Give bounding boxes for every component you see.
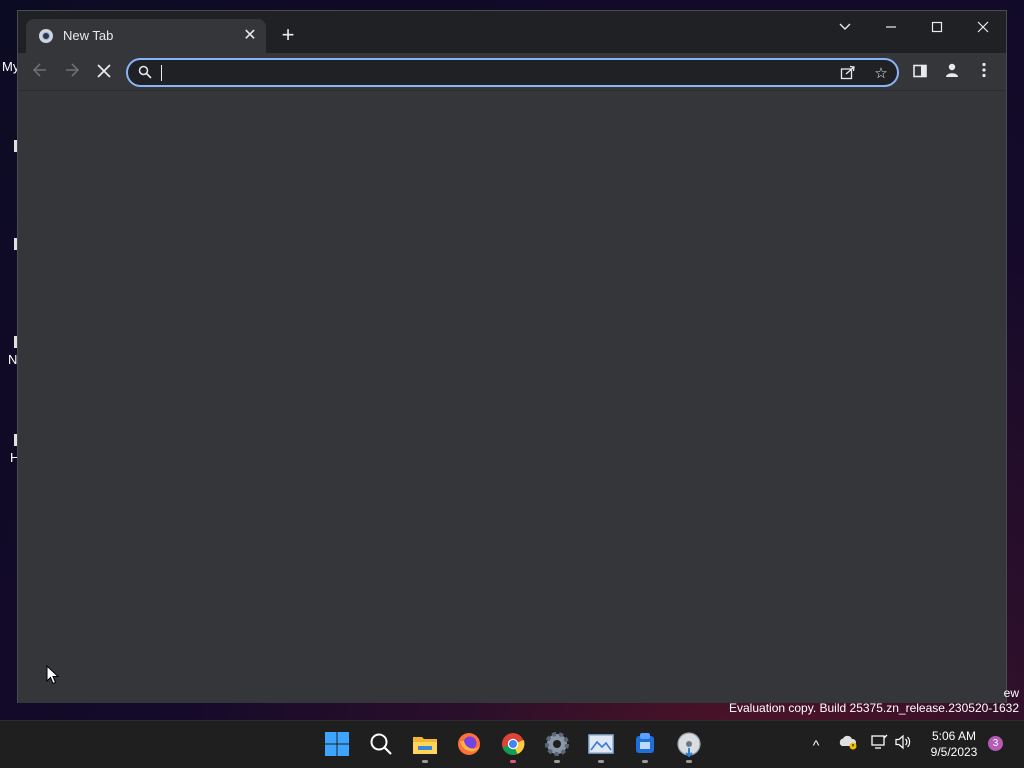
kebab-menu-icon[interactable] (970, 58, 998, 86)
chevron-down-icon[interactable] (823, 15, 867, 43)
taskbar: ^ (0, 720, 1024, 768)
title-bar[interactable]: New Tab ✕ + (18, 11, 1006, 53)
settings-gear-icon[interactable] (542, 729, 572, 763)
forward-arrow-icon[interactable] (58, 58, 86, 86)
search-icon (138, 65, 152, 79)
search-icon[interactable] (366, 729, 396, 759)
desktop-icon-label[interactable]: N (8, 352, 17, 367)
page-content[interactable] (18, 92, 1006, 703)
clock-time: 5:06 AM (931, 729, 977, 743)
file-explorer-icon[interactable] (410, 729, 440, 763)
share-icon[interactable] (838, 64, 858, 84)
star-icon[interactable]: ☆ (871, 64, 891, 84)
evaluation-watermark: Evaluation copy. Build 25375.zn_release.… (729, 701, 1019, 715)
running-indicator (598, 760, 604, 763)
running-indicator (554, 760, 560, 763)
photos-icon[interactable] (586, 729, 616, 763)
browser-toolbar: ☆ (18, 53, 1006, 91)
maximize-icon[interactable] (915, 15, 959, 43)
running-indicator (686, 760, 692, 763)
installer-disc-icon[interactable] (674, 729, 704, 763)
running-indicator (510, 760, 516, 763)
system-clock[interactable]: 5:06 AM 9/5/2023 (922, 728, 986, 760)
address-input[interactable] (164, 62, 804, 84)
tab-new-tab[interactable]: New Tab ✕ (26, 19, 266, 53)
tab-title: New Tab (63, 28, 114, 43)
blue-app-icon[interactable] (630, 729, 660, 763)
running-indicator (642, 760, 648, 763)
network-icon[interactable] (867, 733, 891, 757)
profile-icon[interactable] (938, 58, 966, 86)
mouse-cursor-icon (46, 665, 59, 685)
back-arrow-icon[interactable] (26, 58, 54, 86)
onedrive-warning-icon[interactable] (836, 733, 860, 757)
chrome-icon[interactable] (498, 729, 528, 763)
watermark-fragment: ew (1003, 686, 1019, 700)
clock-date: 9/5/2023 (930, 745, 978, 759)
start-windows-icon[interactable] (322, 729, 352, 759)
volume-icon[interactable] (891, 733, 915, 757)
browser-window: New Tab ✕ + ☆ (17, 10, 1007, 703)
text-caret (161, 65, 162, 81)
address-bar[interactable]: ☆ (126, 58, 899, 87)
tray-overflow-chevron[interactable]: ^ (804, 733, 828, 757)
close-window-icon[interactable] (961, 15, 1005, 43)
firefox-icon[interactable] (454, 729, 484, 759)
stop-loading-icon[interactable] (90, 58, 118, 86)
notification-badge[interactable]: 3 (988, 736, 1003, 751)
minimize-icon[interactable] (869, 15, 913, 43)
side-panel-icon[interactable] (906, 58, 934, 86)
close-icon[interactable]: ✕ (240, 26, 260, 46)
chrome-newtab-icon (39, 29, 53, 43)
running-indicator (422, 760, 428, 763)
new-tab-button[interactable]: + (276, 24, 300, 48)
